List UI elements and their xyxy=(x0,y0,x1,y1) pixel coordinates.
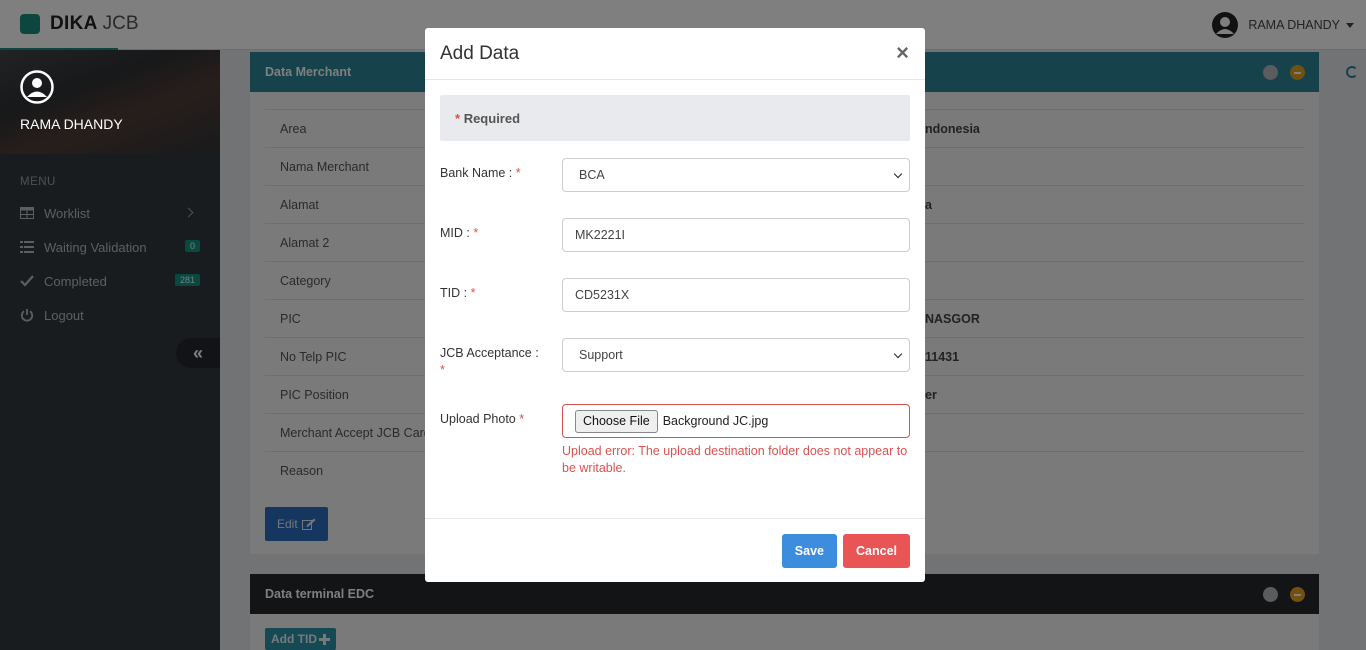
upload-photo-input[interactable]: Choose File Background JC.jpg xyxy=(562,404,910,438)
label-text: TID : xyxy=(440,286,468,300)
modal-header: Add Data × xyxy=(425,28,925,80)
tid-input[interactable]: CD5231X xyxy=(562,278,910,312)
required-star: * xyxy=(470,286,476,300)
bank-name-value: BCA xyxy=(579,168,605,182)
jcb-acceptance-value: Support xyxy=(579,348,623,362)
sidebar-user-name: RAMA DHANDY xyxy=(20,116,123,132)
required-star: * xyxy=(519,412,525,426)
label-text: JCB Acceptance : xyxy=(440,346,539,360)
required-note-text: Required xyxy=(463,110,521,126)
label-text: MID : xyxy=(440,226,470,240)
label-text: Bank Name : xyxy=(440,166,513,180)
mid-value: MK2221I xyxy=(575,228,626,242)
mid-label: MID : * xyxy=(440,225,550,242)
required-star: * xyxy=(440,363,445,377)
label-text: Upload Photo xyxy=(440,412,516,426)
upload-error-message: Upload error: The upload destination fol… xyxy=(562,444,908,475)
file-name: Background JC.jpg xyxy=(662,414,769,428)
bank-name-select[interactable]: BCA xyxy=(562,158,910,192)
bank-name-label: Bank Name : * xyxy=(440,165,550,182)
required-note: * Required xyxy=(440,95,910,141)
required-star: * xyxy=(515,166,521,180)
close-icon[interactable]: × xyxy=(896,42,909,64)
required-star: * xyxy=(455,110,461,126)
cancel-button[interactable]: Cancel xyxy=(843,534,910,568)
jcb-acceptance-select[interactable]: Support xyxy=(562,338,910,372)
add-data-modal: Add Data × * Required Bank Name : * BCA … xyxy=(425,28,925,582)
profile-avatar-icon xyxy=(20,70,54,104)
chevron-down-icon xyxy=(893,349,903,359)
tid-value: CD5231X xyxy=(575,288,630,302)
choose-file-button[interactable]: Choose File xyxy=(575,409,658,433)
chevron-down-icon xyxy=(893,169,903,179)
save-button[interactable]: Save xyxy=(781,534,837,568)
jcb-acceptance-label: JCB Acceptance : * xyxy=(440,345,550,379)
mid-input[interactable]: MK2221I xyxy=(562,218,910,252)
tid-label: TID : * xyxy=(440,285,550,302)
upload-photo-label: Upload Photo * xyxy=(440,411,550,428)
required-star: * xyxy=(473,226,479,240)
modal-footer: Save Cancel xyxy=(425,518,925,582)
modal-title: Add Data xyxy=(440,42,520,64)
